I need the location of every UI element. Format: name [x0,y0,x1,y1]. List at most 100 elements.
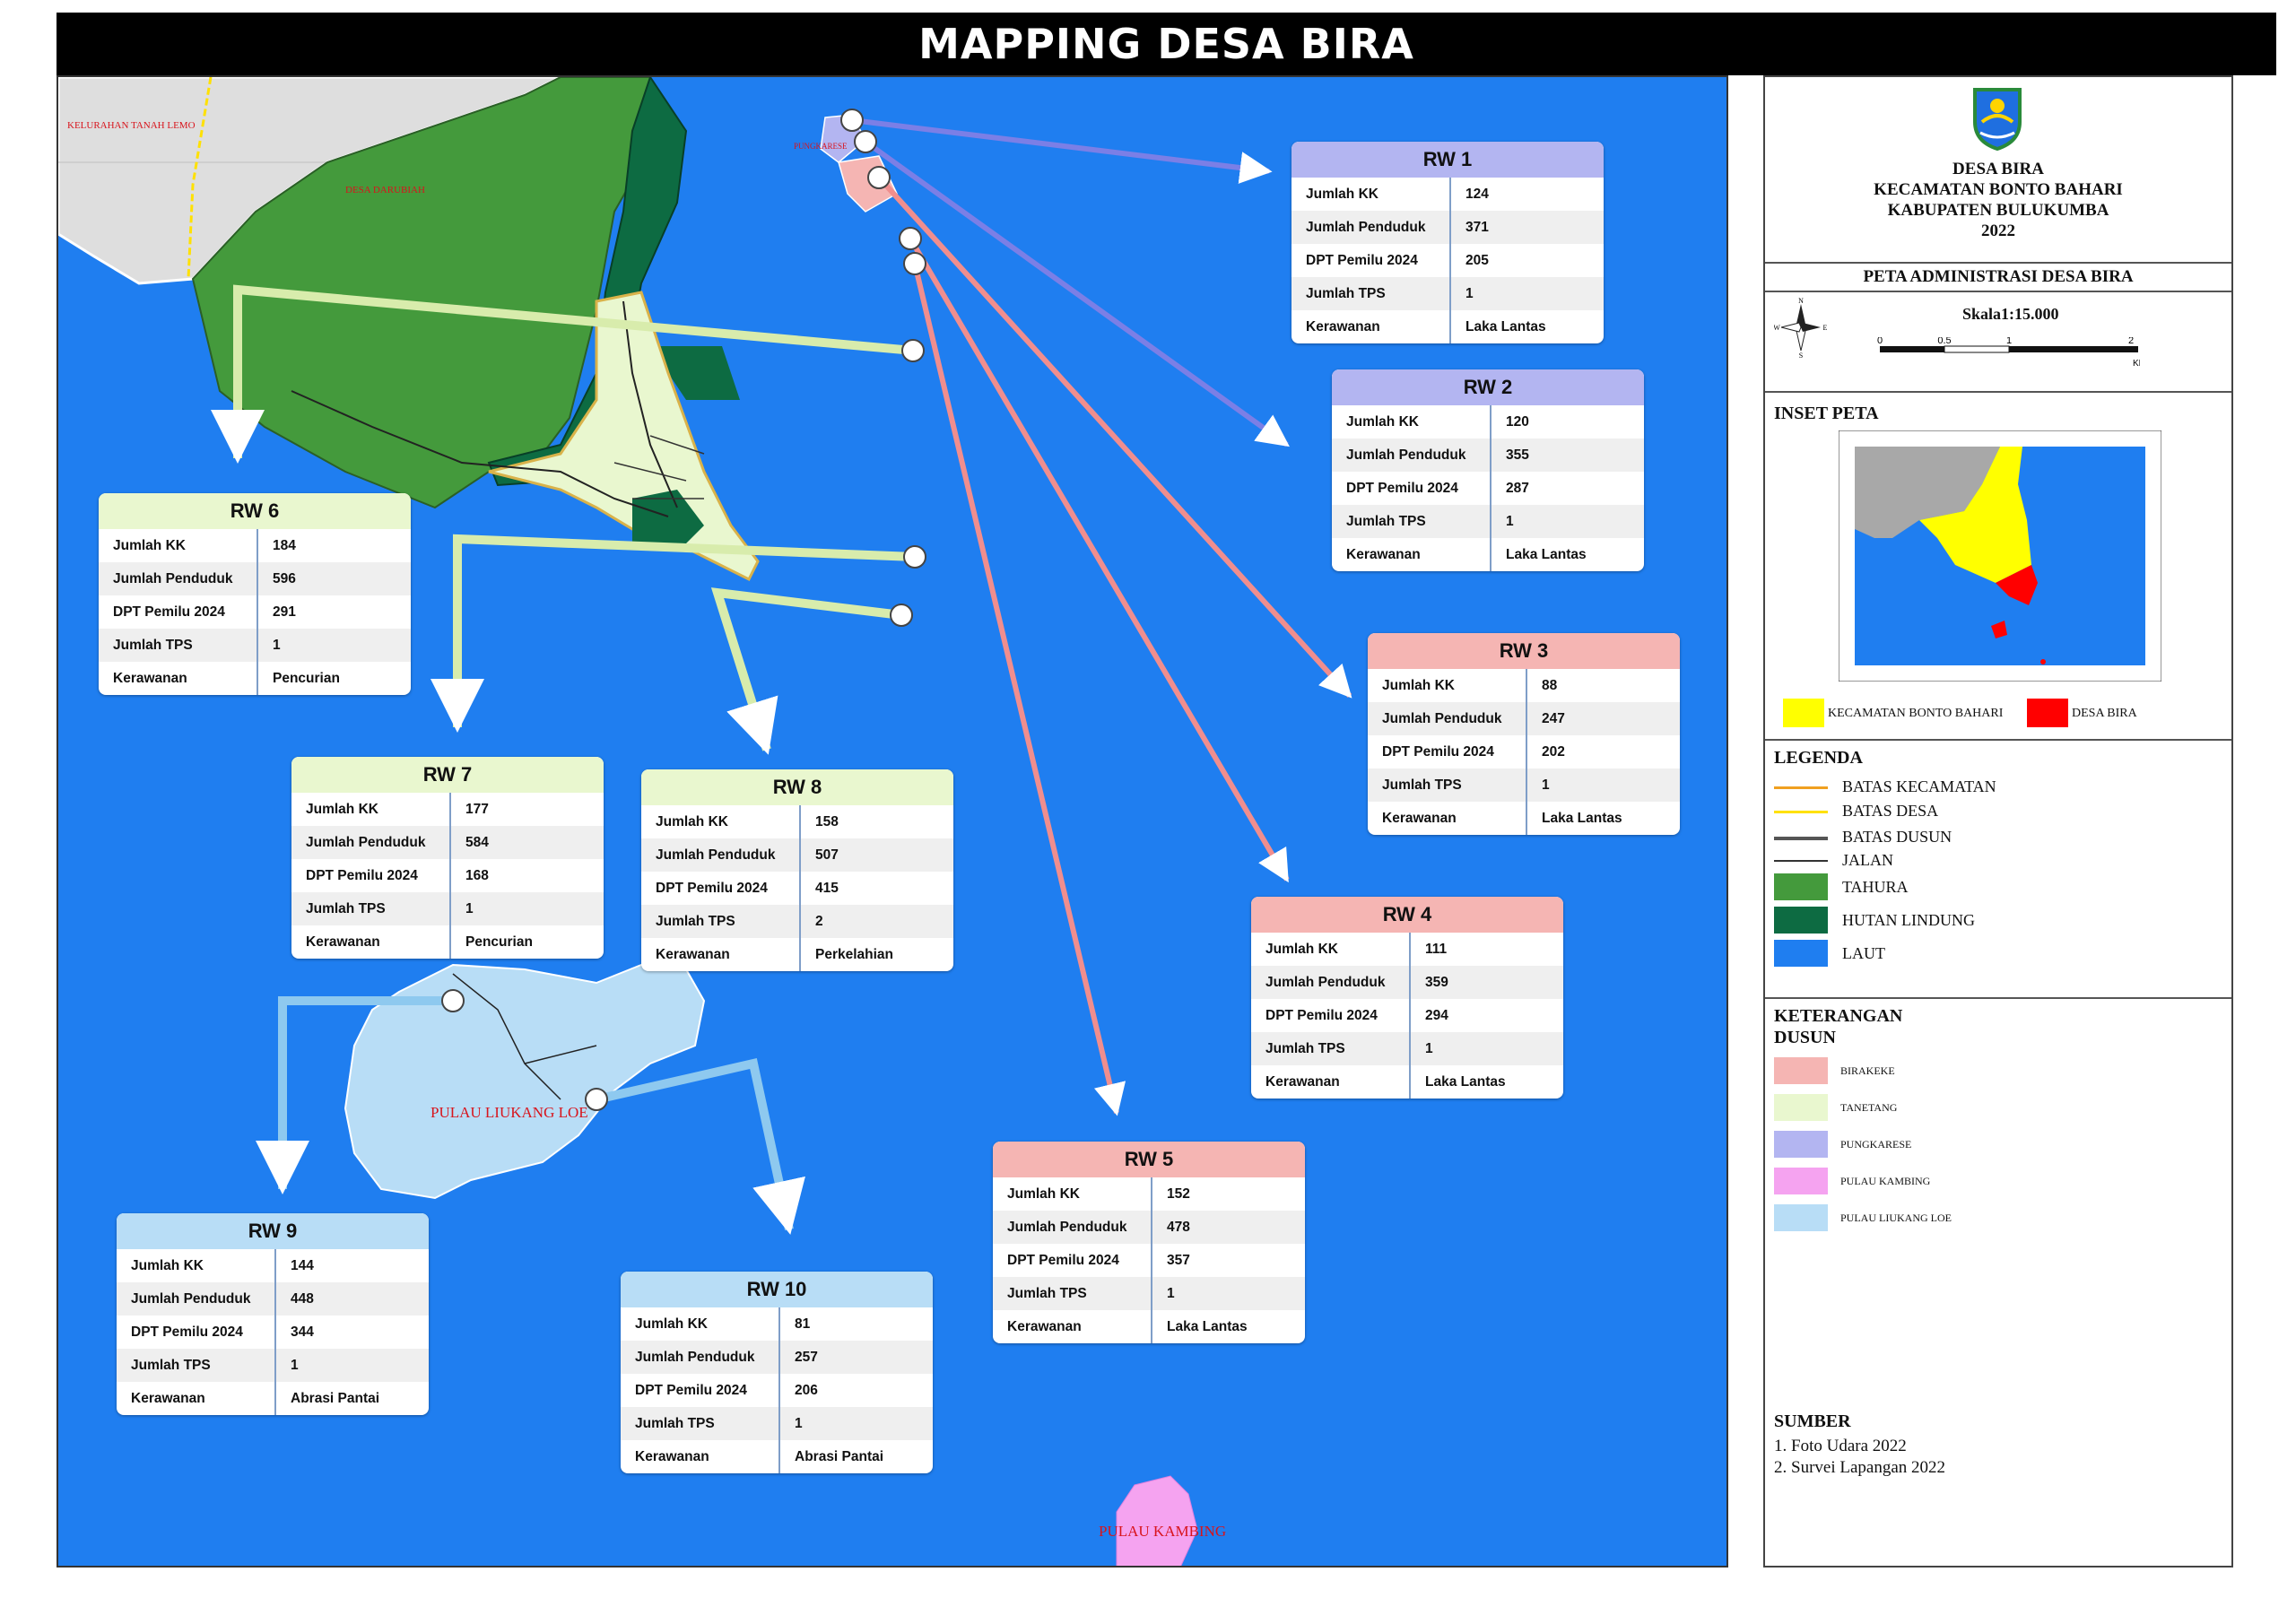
card-row-value: 152 [1167,1186,1190,1202]
heading-kabupaten: KABUPATEN BULUKUMBA [1887,201,2109,220]
legend-label: JALAN [1842,851,1893,869]
card-rw1[interactable]: RW 1 Jumlah KK 124 Jumlah Penduduk 371 DPT Pe… [1292,142,1604,343]
card-rw2[interactable]: RW 2 Jumlah KK 120 Jumlah Penduduk 355 DPT Pe… [1332,369,1644,571]
card-row: Jumlah KK 124 [1292,178,1604,211]
keterangan-title: KETERANGAN [1774,1006,1903,1026]
card-rw8[interactable]: RW 8 Jumlah KK 158 Jumlah Penduduk 507 DPT Pe… [641,769,953,971]
card-row-label: Kerawanan [1292,310,1451,343]
card-row-value: 206 [795,1383,818,1398]
card-row: Jumlah KK 144 [117,1249,429,1282]
legend-swatch [1774,873,1828,900]
card-row-value: 144 [291,1258,314,1273]
card-row-label: Kerawanan [117,1382,276,1415]
map-sidebar: DESA BIRA KECAMATAN BONTO BAHARI KABUPAT… [1763,75,2233,1568]
scale-bar: 0 0.5 1 2 KM [1877,337,2140,369]
card-row: Kerawanan Pencurian [291,925,604,959]
card-table: Jumlah KK 88 Jumlah Penduduk 247 DPT Pemilu … [1368,669,1680,835]
card-title: RW 10 [621,1272,933,1307]
card-table: Jumlah KK 111 Jumlah Penduduk 359 DPT Pemilu… [1251,933,1563,1099]
keterangan-swatch [1774,1057,1828,1084]
card-row: Jumlah Penduduk 478 [993,1211,1305,1244]
card-row-value: 344 [291,1324,314,1340]
inset-map [1839,430,2161,682]
card-row-value: 88 [1542,678,1558,693]
card-row: Jumlah Penduduk 359 [1251,966,1563,999]
card-row-label: Kerawanan [291,925,451,959]
card-title: RW 6 [99,493,411,529]
card-row-value: 1 [291,1358,299,1373]
keterangan-label: BIRAKEKE [1840,1064,1895,1077]
card-row-value: 1 [1425,1041,1433,1056]
card-row-label: Jumlah TPS [641,905,801,938]
card-title: RW 1 [1292,142,1604,178]
card-row: DPT Pemilu 2024 168 [291,859,604,892]
regency-emblem-icon [1973,88,2022,151]
card-title: RW 9 [117,1213,429,1249]
map-title: MAPPING DESA BIRA [57,13,2276,75]
legend-swatch [1774,940,1828,967]
inset-legend-kecamatan: KECAMATAN BONTO BAHARI [1828,707,2004,720]
card-row: Jumlah TPS 1 [291,892,604,925]
card-rw4[interactable]: RW 4 Jumlah KK 111 Jumlah Penduduk 359 DPT Pe… [1251,897,1563,1099]
card-row-label: Jumlah KK [291,793,451,826]
map-panel[interactable]: KELURAHAN TANAH LEMO DESA DARUBIAH PUNGK… [57,75,1728,1568]
legend-label: BATAS KECAMATAN [1842,777,1996,795]
card-rw3[interactable]: RW 3 Jumlah KK 88 Jumlah Penduduk 247 DPT Pem… [1368,633,1680,835]
card-row-value: Pencurian [465,934,533,950]
sumber-item-2: 2. Survei Lapangan 2022 [1774,1458,1946,1477]
label-pulau-liukang-loe: PULAU LIUKANG LOE [430,1104,588,1121]
card-row-value: 177 [465,802,489,817]
card-title: RW 3 [1368,633,1680,669]
card-row-value: 359 [1425,975,1448,990]
card-rw7[interactable]: RW 7 Jumlah KK 177 Jumlah Penduduk 584 DPT Pe… [291,757,604,959]
card-row-label: DPT Pemilu 2024 [1332,472,1492,505]
card-title: RW 5 [993,1142,1305,1177]
legend-item: HUTAN LINDUNG [1774,907,2222,934]
scale-tick-2: 2 [2128,337,2134,346]
card-row-label: Jumlah TPS [99,629,258,662]
card-title: RW 7 [291,757,604,793]
keterangan-label: PULAU KAMBING [1840,1175,1931,1187]
card-row-value: 81 [795,1316,811,1332]
legend-title: LEGENDA [1774,748,1863,768]
card-row: Jumlah TPS 1 [1332,505,1644,538]
keterangan-swatch [1774,1204,1828,1231]
card-rw9[interactable]: RW 9 Jumlah KK 144 Jumlah Penduduk 448 DPT Pe… [117,1213,429,1415]
keterangan-item: PUNGKARESE [1774,1131,2222,1158]
label-desa-darubiah: DESA DARUBIAH [345,185,425,195]
legend-label: TAHURA [1842,878,1909,896]
keterangan-subtitle: DUSUN [1774,1028,1836,1047]
card-row-value: Laka Lantas [1542,811,1622,826]
card-rw10[interactable]: RW 10 Jumlah KK 81 Jumlah Penduduk 257 DPT Pe… [621,1272,933,1473]
card-row-label: Kerawanan [99,662,258,695]
card-row: DPT Pemilu 2024 357 [993,1244,1305,1277]
card-row-value: Pencurian [273,671,340,686]
heading-desa: DESA BIRA [1952,160,2044,178]
legend-label: LAUT [1842,944,1885,962]
card-row-value: 2 [815,914,823,929]
divider [1765,739,2231,741]
card-table: Jumlah KK 144 Jumlah Penduduk 448 DPT Pemilu… [117,1249,429,1415]
card-row: Jumlah KK 158 [641,805,953,838]
divider [1765,262,2231,264]
card-row-label: Jumlah KK [993,1177,1152,1211]
inset-swatch-desa [2027,699,2068,727]
card-row-value: 371 [1465,220,1489,235]
card-row-value: 584 [465,835,489,850]
card-row: Jumlah Penduduk 257 [621,1341,933,1374]
card-row: Jumlah TPS 1 [99,629,411,662]
card-row-value: 1 [273,638,281,653]
legend-label: HUTAN LINDUNG [1842,911,1976,929]
card-row: Kerawanan Laka Lantas [1292,310,1604,343]
card-row-value: 124 [1465,187,1489,202]
card-title: RW 4 [1251,897,1563,933]
card-row-label: DPT Pemilu 2024 [117,1316,276,1349]
card-row-label: Jumlah TPS [1332,505,1492,538]
card-rw5[interactable]: RW 5 Jumlah KK 152 Jumlah Penduduk 478 DPT Pe… [993,1142,1305,1343]
card-rw6[interactable]: RW 6 Jumlah KK 184 Jumlah Penduduk 596 DPT Pe… [99,493,411,695]
card-title: RW 8 [641,769,953,805]
card-row: Jumlah TPS 1 [621,1407,933,1440]
label-pulau-kambing: PULAU KAMBING [1099,1523,1227,1540]
card-table: Jumlah KK 120 Jumlah Penduduk 355 DPT Pemilu… [1332,405,1644,571]
card-row: Kerawanan Laka Lantas [1332,538,1644,571]
